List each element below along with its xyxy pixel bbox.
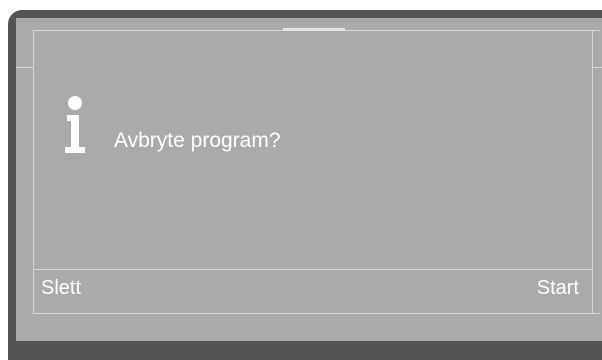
display-panel xyxy=(16,18,602,341)
display-border-right xyxy=(592,30,593,314)
info-icon xyxy=(62,95,88,155)
softkey-start[interactable]: Start xyxy=(537,276,579,300)
dialog-message: Avbryte program? xyxy=(114,129,281,152)
display-border-bottom xyxy=(33,313,600,314)
softkey-divider xyxy=(33,269,592,270)
right-edge-tick xyxy=(593,67,602,68)
display-border-left xyxy=(33,30,34,314)
top-indicator xyxy=(283,28,345,31)
softkey-delete[interactable]: Slett xyxy=(41,276,81,300)
left-edge-tick xyxy=(16,67,33,68)
